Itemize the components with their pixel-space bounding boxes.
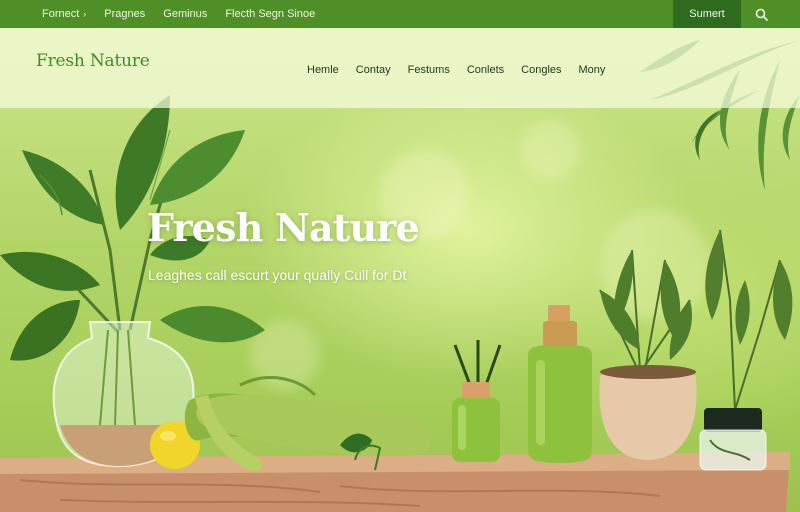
nav-item-festums[interactable]: Festums (408, 64, 450, 76)
chevron-right-icon: › (83, 9, 87, 19)
nav-item-hemle[interactable]: Hemle (307, 64, 339, 76)
top-link-fornect[interactable]: Fornect › (42, 8, 86, 20)
hero-subtitle: Leaghes call escurt your qually Cull for… (148, 267, 407, 283)
nav-item-conlets[interactable]: Conlets (467, 64, 504, 76)
search-button[interactable] (741, 0, 781, 28)
hero-title: Fresh Nature (147, 205, 420, 250)
top-link-geminus[interactable]: Geminus (163, 8, 207, 20)
top-link-flecth[interactable]: Flecth Segn Sinoe (225, 8, 315, 20)
top-link-pragnes[interactable]: Pragnes (104, 8, 145, 20)
search-icon (755, 8, 768, 21)
site-logo[interactable]: Fresh Nature (36, 51, 150, 71)
main-nav: Hemle Contay Festums Conlets Congles Mon… (307, 64, 622, 76)
nav-item-mony[interactable]: Mony (579, 64, 606, 76)
top-utility-bar: Fornect › Pragnes Geminus Flecth Segn Sin… (0, 0, 800, 28)
nav-item-congles[interactable]: Congles (521, 64, 561, 76)
nav-item-contay[interactable]: Contay (356, 64, 391, 76)
submit-button[interactable]: Sumert (673, 0, 741, 28)
top-links: Fornect › Pragnes Geminus Flecth Segn Sin… (0, 8, 333, 20)
site-header: Fresh Nature Hemle Contay Festums Conlet… (0, 28, 800, 108)
